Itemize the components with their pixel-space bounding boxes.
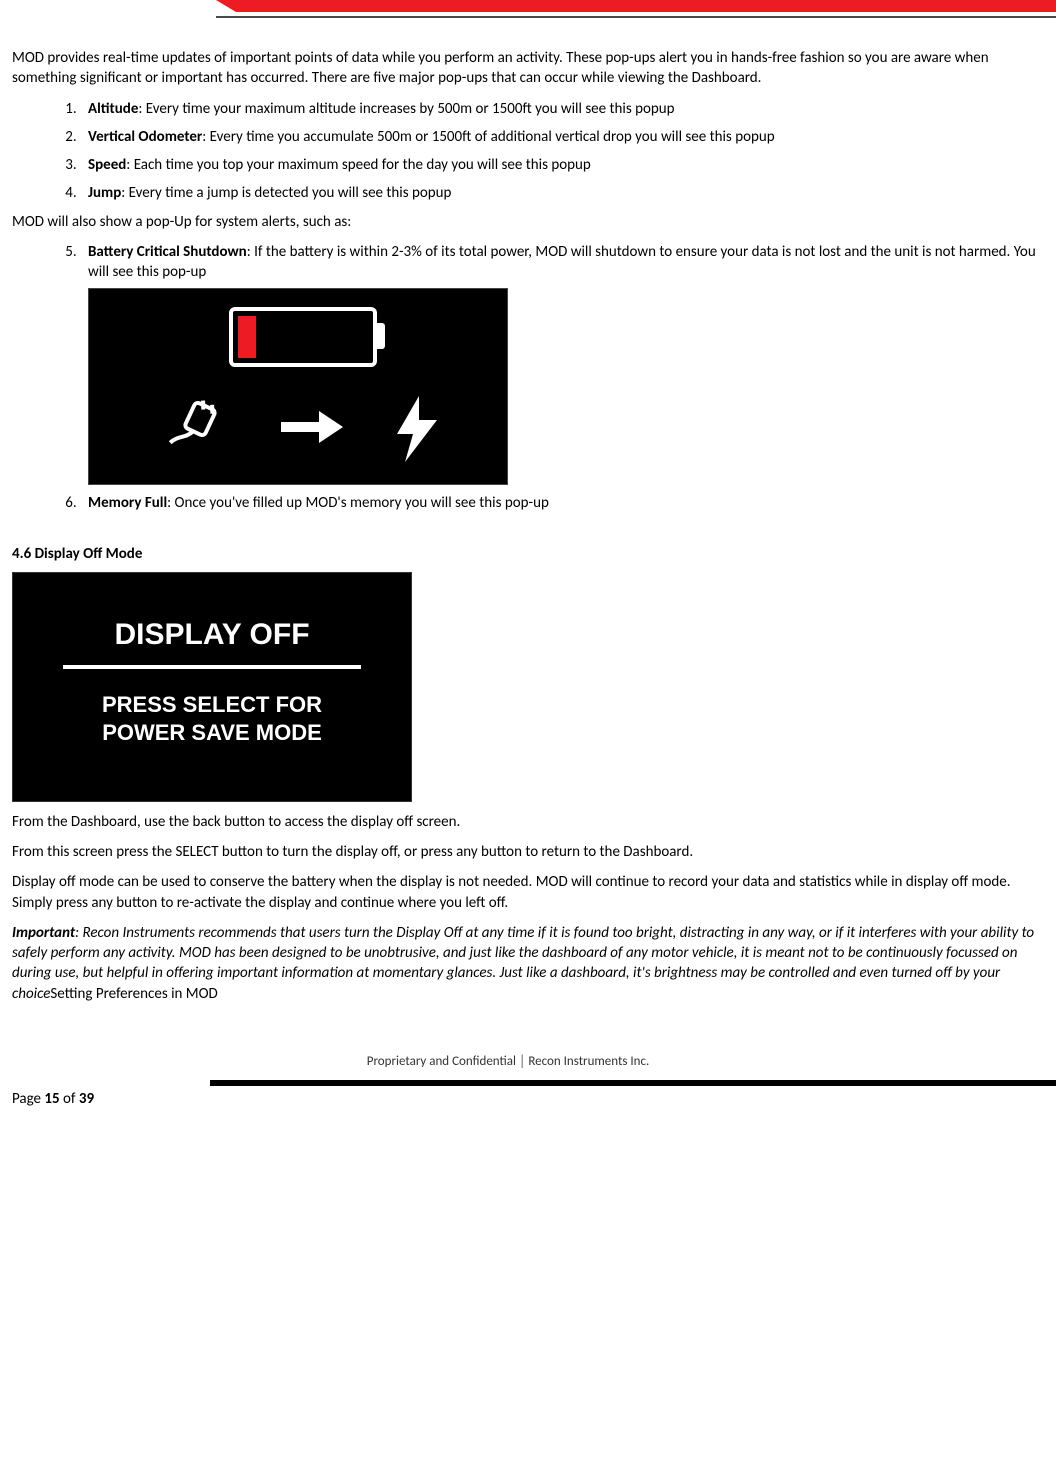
header-bar: [0, 0, 1056, 18]
plug-icon: [169, 399, 229, 459]
battery-low-fill: [238, 316, 256, 358]
paragraph-a: From the Dashboard, use the back button …: [12, 812, 1044, 832]
list-item: Battery Critical Shutdown: If the batter…: [80, 242, 1044, 486]
term: Speed: [88, 156, 126, 174]
page-current: 15: [44, 1090, 59, 1108]
list-item: Memory Full: Once you've filled up MOD's…: [80, 493, 1044, 513]
important-note: Important: Recon Instruments recommends …: [12, 923, 1044, 1004]
battery-tip-icon: [377, 323, 385, 349]
page-content: MOD provides real-time updates of import…: [0, 18, 1056, 1024]
desc: : Each time you top your maximum speed f…: [126, 156, 591, 174]
header-red-stripe: [236, 0, 1056, 12]
popup-list-2: Battery Critical Shutdown: If the batter…: [12, 242, 1044, 514]
desc: : Every time you accumulate 500m or 1500…: [202, 128, 774, 146]
display-off-title: DISPLAY OFF: [13, 615, 411, 656]
desc: : Once you've filled up MOD's memory you…: [167, 494, 549, 512]
important-lead: Important: [12, 924, 75, 942]
display-off-graphic: DISPLAY OFF PRESS SELECT FOR POWER SAVE …: [12, 572, 412, 802]
term: Battery Critical Shutdown: [88, 243, 247, 261]
footer-line: [210, 1080, 1056, 1086]
section-heading: 4.6 Display Off Mode: [12, 544, 1044, 564]
term: Vertical Odometer: [88, 128, 202, 146]
list-item: Vertical Odometer: Every time you accumu…: [80, 127, 1044, 147]
desc: : Every time a jump is detected you will…: [121, 184, 451, 202]
desc: : Every time your maximum altitude incre…: [138, 100, 674, 118]
popup-list-1: Altitude: Every time your maximum altitu…: [12, 99, 1044, 204]
lightning-bolt-icon: [389, 394, 444, 464]
list-item: Jump: Every time a jump is detected you …: [80, 183, 1044, 203]
intro-paragraph: MOD provides real-time updates of import…: [12, 48, 1044, 89]
mid-paragraph: MOD will also show a pop-Up for system a…: [12, 212, 1044, 232]
list-item: Altitude: Every time your maximum altitu…: [80, 99, 1044, 119]
display-off-divider: [63, 665, 361, 669]
footer-center-text: Proprietary and Confidential │ Recon Ins…: [0, 1054, 1056, 1069]
list-item: Speed: Each time you top your maximum sp…: [80, 155, 1044, 175]
sub-line-2: POWER SAVE MODE: [102, 720, 322, 745]
arrow-right-icon: [277, 407, 347, 447]
page-number: Page 15 of 39: [12, 1090, 94, 1108]
term: Altitude: [88, 100, 138, 118]
page-total: 39: [79, 1090, 94, 1108]
footer: Proprietary and Confidential │ Recon Ins…: [0, 1054, 1056, 1114]
paragraph-b: From this screen press the SELECT button…: [12, 842, 1044, 862]
battery-critical-graphic: [88, 288, 508, 485]
battery-outline-icon: [229, 307, 377, 367]
header-underline: [216, 16, 1056, 18]
page-prefix: Page: [12, 1090, 44, 1108]
term: Memory Full: [88, 494, 167, 512]
display-off-subtitle: PRESS SELECT FOR POWER SAVE MODE: [13, 691, 411, 748]
important-tail: Setting Preferences in MOD: [50, 985, 217, 1003]
page-mid: of: [60, 1090, 79, 1108]
paragraph-c: Display off mode can be used to conserve…: [12, 872, 1044, 913]
term: Jump: [88, 184, 121, 202]
sub-line-1: PRESS SELECT FOR: [102, 692, 322, 717]
